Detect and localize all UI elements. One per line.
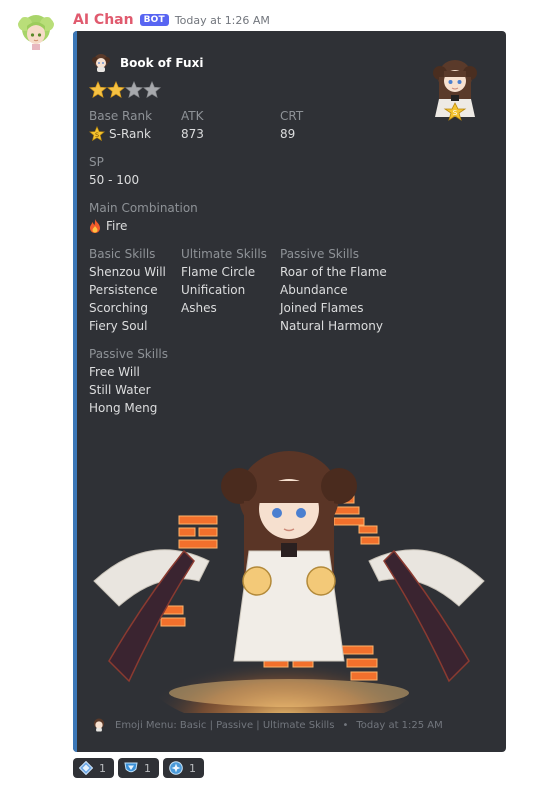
list-item: Persistence: [89, 283, 158, 297]
embed-author: Book of Fuxi: [90, 52, 203, 74]
list-item: Scorching: [89, 301, 148, 315]
bot-tag: BOT: [139, 14, 169, 26]
reaction-count: 1: [189, 761, 196, 775]
message-header: AI Chan BOT Today at 1:26 AM: [73, 10, 270, 30]
star-empty-icon: [143, 81, 161, 98]
username[interactable]: AI Chan: [73, 12, 134, 28]
ultimate-skill-icon: [169, 761, 183, 775]
reaction-ultimate-skill[interactable]: 1: [163, 758, 204, 778]
footer-text: Emoji Menu: Basic | Passive | Ultimate S…: [115, 719, 335, 731]
field-name: Main Combination: [89, 201, 198, 215]
list-item: Fiery Soul: [89, 319, 148, 333]
list-item: Unification: [181, 283, 246, 297]
character-chibi-icon: [92, 54, 110, 72]
field-value: 89: [280, 127, 296, 141]
field-sp: SP 50 - 100: [89, 153, 139, 189]
passive-skill-icon: [124, 762, 138, 773]
field-name: Passive Skills: [280, 247, 360, 261]
list-item: Free Will: [89, 365, 140, 379]
list-item: Ashes: [181, 301, 217, 315]
field-main-combination: Main Combination Fire: [89, 199, 198, 235]
list-item: Still Water: [89, 383, 151, 397]
reaction-count: 1: [99, 761, 106, 775]
list-item: Roar of the Flame: [280, 265, 387, 279]
field-passive-skills: Passive Skills Roar of the Flame Abundan…: [280, 245, 387, 335]
field-value: 50 - 100: [89, 173, 140, 187]
star-filled-icon: [107, 81, 125, 98]
field-value: 873: [181, 127, 204, 141]
embed-accent-bar: [73, 31, 77, 752]
field-value: Fire: [89, 217, 198, 235]
reactions-bar: 1 1 1: [73, 758, 204, 778]
field-value: S S-Rank: [89, 125, 152, 143]
field-basic-skills: Basic Skills Shenzou Will Persistence Sc…: [89, 245, 166, 335]
footer-timestamp: Today at 1:25 AM: [356, 719, 443, 731]
star-empty-icon: [125, 81, 143, 98]
character-art-image[interactable]: [89, 431, 489, 713]
field-value: Flame Circle Unification Ashes: [181, 263, 267, 317]
reaction-basic-skill[interactable]: 1: [73, 758, 114, 778]
star-rating: [89, 81, 161, 99]
field-name: Base Rank: [89, 109, 153, 123]
svg-text:S: S: [95, 131, 99, 139]
field-value: Roar of the Flame Abundance Joined Flame…: [280, 263, 387, 335]
fire-icon: [90, 219, 100, 233]
embed-author-name: Book of Fuxi: [120, 56, 204, 70]
embed-card: Book of Fuxi S Base Rank S S-Rank ATK 87…: [73, 31, 506, 752]
reaction-passive-skill[interactable]: 1: [118, 758, 159, 778]
s-rank-icon: S: [89, 126, 105, 142]
field-value: Shenzou Will Persistence Scorching Fiery…: [89, 263, 166, 335]
list-item: Flame Circle: [181, 265, 256, 279]
footer-separator: •: [342, 719, 349, 731]
field-name: CRT: [280, 109, 304, 123]
basic-skill-icon: [79, 761, 93, 775]
field-name: SP: [89, 155, 104, 169]
field-value: Free Will Still Water Hong Meng: [89, 363, 168, 417]
field-passive-skills-2: Passive Skills Free Will Still Water Hon…: [89, 345, 168, 417]
reaction-count: 1: [144, 761, 151, 775]
field-crt: CRT 89: [280, 107, 303, 143]
bot-avatar[interactable]: [16, 12, 56, 52]
svg-text:S: S: [453, 109, 458, 117]
embed-footer: Emoji Menu: Basic | Passive | Ultimate S…: [91, 717, 443, 733]
field-name: Basic Skills: [89, 247, 156, 261]
field-base-rank: Base Rank S S-Rank: [89, 107, 152, 143]
star-filled-icon: [89, 81, 107, 98]
field-name: Passive Skills: [89, 347, 169, 361]
list-item: Shenzou Will: [89, 265, 166, 279]
character-chibi-icon: [93, 718, 105, 732]
field-name: Ultimate Skills: [181, 247, 267, 261]
list-item: Hong Meng: [89, 401, 158, 415]
list-item: Abundance: [280, 283, 348, 297]
field-name: ATK: [181, 109, 204, 123]
character-thumbnail[interactable]: S: [425, 51, 485, 123]
list-item: Natural Harmony: [280, 319, 383, 333]
field-ultimate-skills: Ultimate Skills Flame Circle Unification…: [181, 245, 267, 317]
message-timestamp: Today at 1:26 AM: [174, 13, 270, 27]
field-atk: ATK 873: [181, 107, 204, 143]
list-item: Joined Flames: [280, 301, 364, 315]
